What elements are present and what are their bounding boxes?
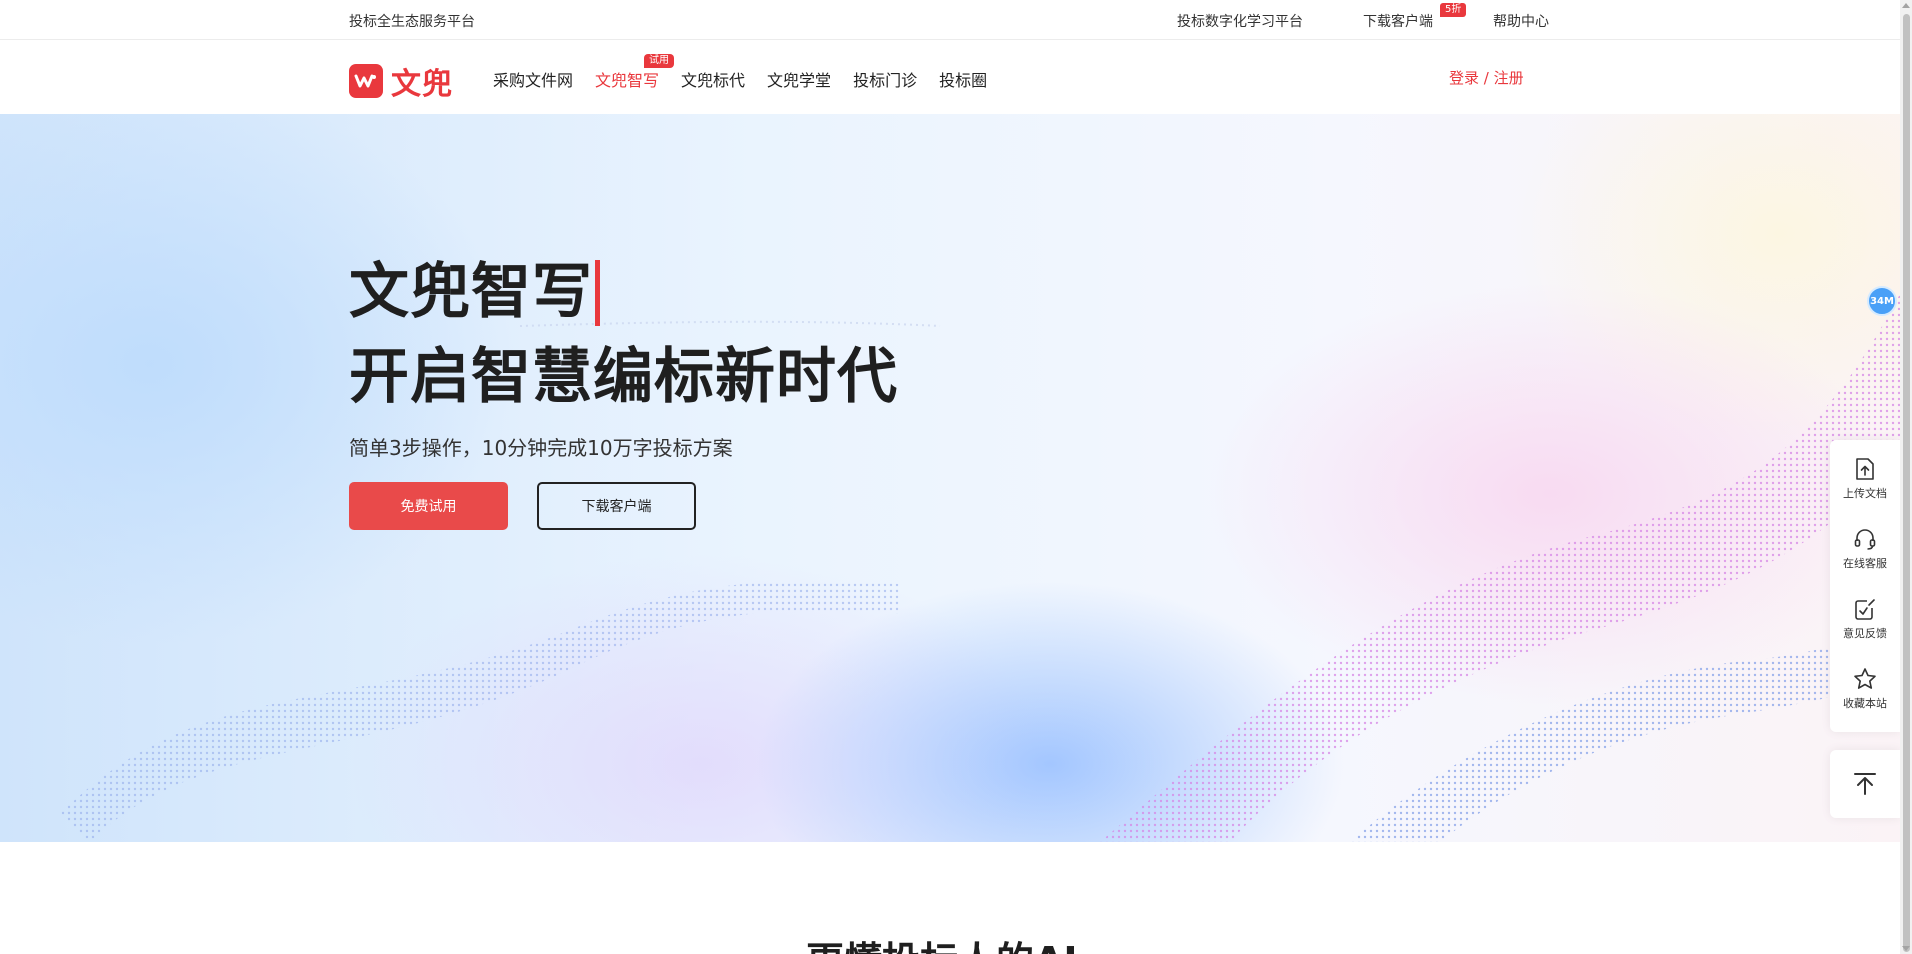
- platform-tagline: 投标全生态服务平台: [349, 14, 475, 30]
- star-icon: [1854, 668, 1876, 689]
- dotted-wave-decoration: [60, 294, 1900, 842]
- logo-icon: [349, 64, 383, 98]
- typing-caret: [595, 260, 600, 326]
- nav-item-bid-circle[interactable]: 投标圈: [939, 67, 987, 91]
- headset-icon: [1854, 529, 1876, 550]
- upload-document-label: 上传文档: [1843, 487, 1887, 500]
- online-service-button[interactable]: 在线客服: [1830, 518, 1900, 578]
- hero-title-slogan: 开启智慧编标新时代: [349, 342, 898, 412]
- login-register-link[interactable]: 登录 / 注册: [1449, 67, 1524, 88]
- logo[interactable]: 文兜: [349, 59, 453, 103]
- learning-platform-link[interactable]: 投标数字化学习平台: [1177, 11, 1303, 31]
- bookmark-site-label: 收藏本站: [1843, 697, 1887, 710]
- discount-badge: 5折: [1440, 3, 1467, 17]
- nav-item-procurement[interactable]: 采购文件网: [493, 67, 573, 91]
- back-to-top-button[interactable]: [1830, 750, 1900, 818]
- hero-title-product: 文兜智写: [349, 257, 593, 327]
- upload-icon: [1856, 458, 1874, 480]
- arrow-up-icon: [1854, 773, 1876, 795]
- hero-banner: 文兜智写 开启智慧编标新时代 简单3步操作，10分钟完成10万字投标方案 免费试…: [0, 114, 1900, 842]
- section-heading: 更懂投标人的AI: [806, 930, 1078, 954]
- scroll-up-arrow-icon[interactable]: [1902, 3, 1910, 8]
- hero-subtitle: 简单3步操作，10分钟完成10万字投标方案: [349, 436, 733, 460]
- feedback-label: 意见反馈: [1843, 627, 1887, 640]
- bookmark-site-button[interactable]: 收藏本站: [1830, 658, 1900, 718]
- free-trial-button[interactable]: 免费试用: [349, 482, 508, 530]
- nav-menu: 采购文件网 文兜智写 文兜标代 文兜学堂 投标门诊 投标圈: [493, 67, 1009, 91]
- upload-document-button[interactable]: 上传文档: [1830, 448, 1900, 508]
- page: 投标全生态服务平台 投标数字化学习平台 下载客户端 帮助中心 5折 文兜 采购文…: [0, 0, 1912, 954]
- download-client-button[interactable]: 下载客户端: [537, 482, 696, 530]
- nav-item-bid-clinic[interactable]: 投标门诊: [853, 67, 917, 91]
- floating-side-panel: 上传文档 在线客服 意见反馈 收藏本站: [1830, 440, 1900, 732]
- download-client-link[interactable]: 下载客户端: [1363, 11, 1433, 31]
- nav-item-bid-agent[interactable]: 文兜标代: [681, 67, 745, 91]
- top-utility-bar: 投标全生态服务平台 投标数字化学习平台 下载客户端 帮助中心 5折: [0, 0, 1900, 40]
- feedback-button[interactable]: 意见反馈: [1830, 588, 1900, 648]
- help-center-link[interactable]: 帮助中心: [1493, 11, 1549, 31]
- trial-badge: 试用: [644, 54, 674, 68]
- logo-text: 文兜: [391, 67, 453, 102]
- feedback-icon: [1855, 599, 1875, 620]
- nav-item-smart-write[interactable]: 文兜智写: [595, 67, 659, 91]
- top-links: 投标数字化学习平台 下载客户端 帮助中心: [1177, 11, 1549, 31]
- memory-bubble[interactable]: 34M: [1867, 286, 1897, 316]
- scroll-down-arrow-icon[interactable]: [1902, 946, 1910, 951]
- main-nav: 文兜 采购文件网 文兜智写 文兜标代 文兜学堂 投标门诊 投标圈 试用 登录 /…: [0, 40, 1900, 114]
- online-service-label: 在线客服: [1843, 557, 1887, 570]
- nav-item-academy[interactable]: 文兜学堂: [767, 67, 831, 91]
- scroll-thumb[interactable]: [1903, 14, 1910, 952]
- page-scrollbar[interactable]: [1900, 0, 1912, 954]
